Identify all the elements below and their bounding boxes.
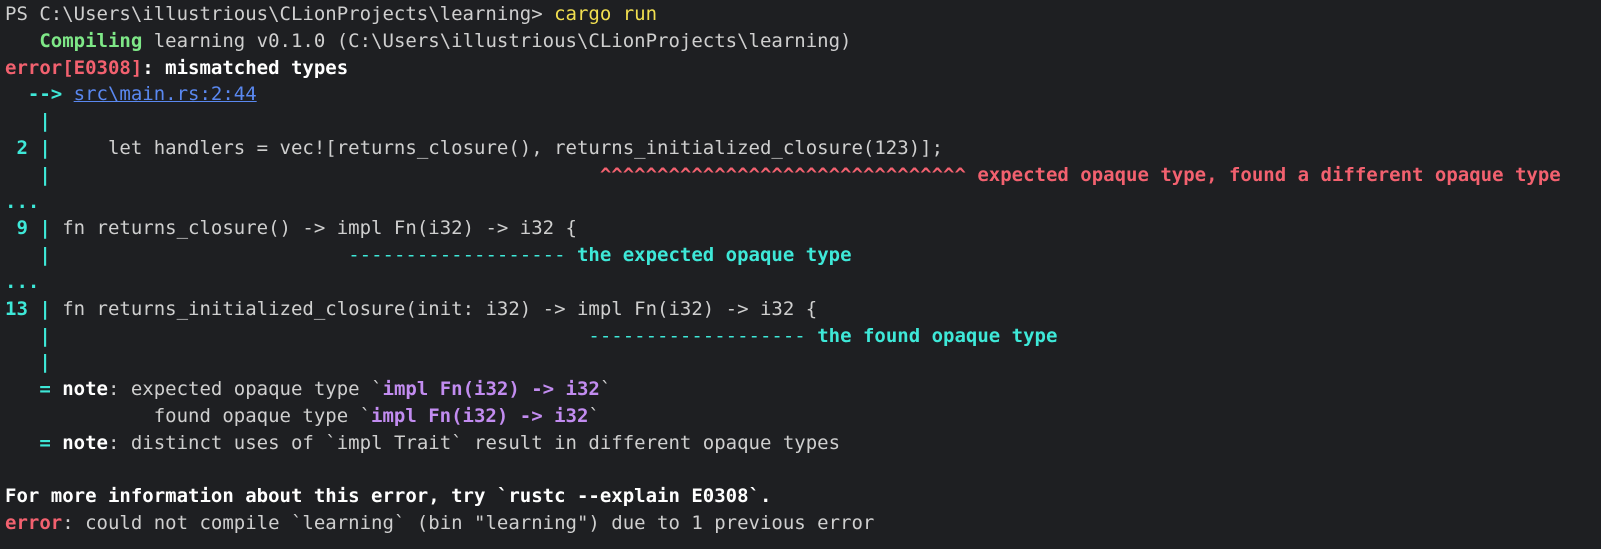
gutter: | <box>5 163 51 186</box>
error-message: : mismatched types <box>142 56 349 79</box>
note-line-1: = note: expected opaque type `impl Fn(i3… <box>5 376 1601 403</box>
final-error-line: error: could not compile `learning` (bin… <box>5 510 1601 537</box>
ellipsis: ... <box>5 190 40 213</box>
marker-message: the expected opaque type <box>565 244 852 267</box>
code-text: fn returns_closure() -> impl Fn(i32) -> … <box>50 217 577 240</box>
error-header-line: error[E0308]: mismatched types <box>5 55 1601 82</box>
marker-padding <box>51 325 589 347</box>
code-line-9: 9 | fn returns_closure() -> impl Fn(i32)… <box>5 215 1601 242</box>
line-number: 9 | <box>5 217 51 240</box>
info-line: For more information about this error, t… <box>5 483 1601 510</box>
compiling-label: Compiling <box>39 29 143 52</box>
note-text: : distinct uses of `impl Trait` result i… <box>107 431 841 454</box>
gutter-line: | <box>5 108 1601 135</box>
note-text: : expected opaque type ` <box>107 378 383 401</box>
note-label: note <box>62 431 108 454</box>
gutter-line: | <box>5 349 1601 376</box>
marker-message: expected opaque type, found a different … <box>965 163 1561 186</box>
error-code: error[E0308] <box>5 56 143 79</box>
code-line-2: 2 | let handlers = vec![returns_closure(… <box>5 135 1601 162</box>
marker-message: the found opaque type <box>805 324 1058 347</box>
info-text: For more information about this error, t… <box>5 485 772 508</box>
note-label: note <box>62 378 108 401</box>
prompt-line: PS C:\Users\illustrious\CLionProjects\le… <box>5 1 1601 28</box>
note-type: impl Fn(i32) -> i32 <box>371 404 589 427</box>
note-line-1b: found opaque type `impl Fn(i32) -> i32` <box>5 403 1601 430</box>
marker-line-2: | ^^^^^^^^^^^^^^^^^^^^^^^^^^^^^^^^ expec… <box>5 162 1601 189</box>
code-text: let handlers = vec![returns_closure(), r… <box>50 136 944 159</box>
terminal-window[interactable]: PS C:\Users\illustrious\CLionProjects\le… <box>0 0 1601 549</box>
source-location-link[interactable]: src\main.rs:2:44 <box>74 83 257 105</box>
ellipsis-line: ... <box>5 269 1601 296</box>
backtick: ` <box>588 404 600 427</box>
compiling-line: Compiling learning v0.1.0 (C:\Users\illu… <box>5 28 1601 55</box>
marker-line-13: | ------------------- the found opaque t… <box>5 323 1601 350</box>
code-text: fn returns_initialized_closure(init: i32… <box>50 297 818 320</box>
note-text: found opaque type ` <box>5 404 372 427</box>
dash-marker: ------------------- <box>348 244 566 267</box>
line-number: 2 | <box>5 136 51 159</box>
ellipsis: ... <box>5 270 40 293</box>
gutter: | <box>5 351 51 374</box>
note-type: impl Fn(i32) -> i32 <box>382 378 600 401</box>
gutter: | <box>5 244 51 267</box>
note-equals: = <box>5 378 63 401</box>
code-line-13: 13 | fn returns_initialized_closure(init… <box>5 296 1601 323</box>
ellipsis-line: ... <box>5 189 1601 216</box>
caret-marker: ^^^^^^^^^^^^^^^^^^^^^^^^^^^^^^^^ <box>599 163 966 186</box>
marker-padding <box>51 164 600 186</box>
marker-padding <box>51 244 348 266</box>
location-arrow: --> <box>5 83 74 106</box>
note-equals: = <box>5 431 63 454</box>
backtick: ` <box>599 378 612 401</box>
compiling-text: learning v0.1.0 (C:\Users\illustrious\CL… <box>142 29 852 52</box>
location-line: --> src\main.rs:2:44 <box>5 81 1601 108</box>
error-label: error <box>5 512 63 535</box>
note-line-2: = note: distinct uses of `impl Trait` re… <box>5 430 1601 457</box>
prompt-prefix: PS C:\Users\illustrious\CLionProjects\le… <box>5 3 555 25</box>
marker-line-9: | ------------------- the expected opaqu… <box>5 242 1601 269</box>
dash-marker: ------------------- <box>588 324 806 347</box>
gutter: | <box>5 110 51 133</box>
line-number: 13 | <box>5 297 51 320</box>
command-name: cargo run <box>554 3 658 25</box>
error-text: : could not compile `learning` (bin "lea… <box>62 512 875 535</box>
gutter: | <box>5 324 51 347</box>
